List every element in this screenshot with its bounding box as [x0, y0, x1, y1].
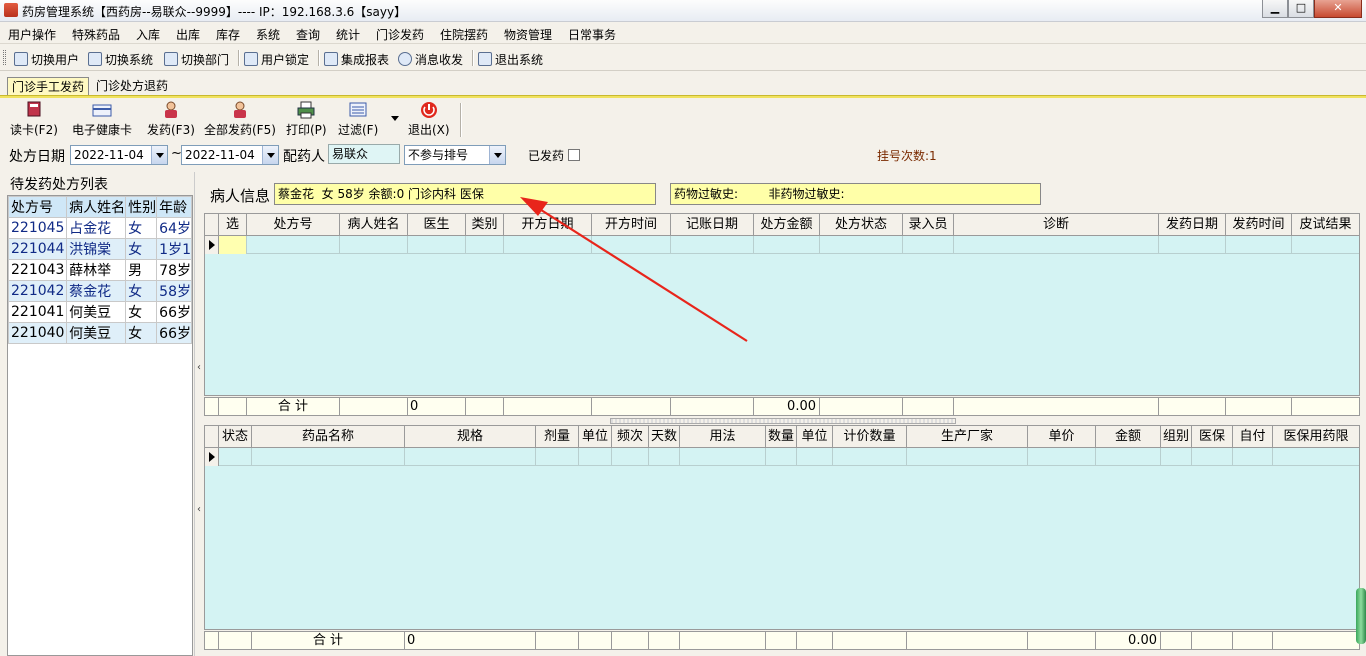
arrow-head	[520, 197, 548, 216]
annotation-arrow	[520, 197, 748, 342]
arrow-shaft	[537, 207, 748, 342]
